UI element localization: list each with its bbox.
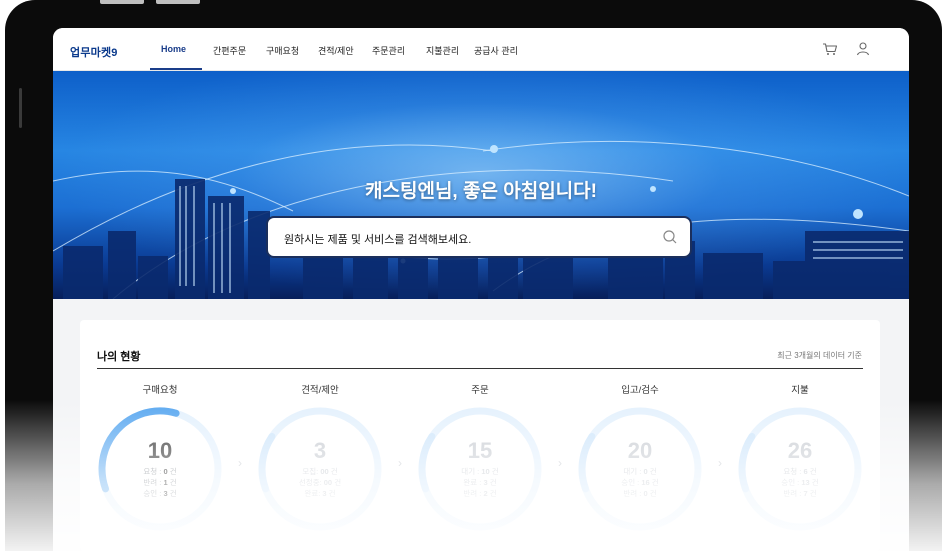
- status-breakdown: 대기 : 10 건완료 : 3 건반려 : 2 건: [415, 466, 545, 499]
- status-card-label: 입고/검수: [621, 385, 659, 396]
- status-breakdown-row: 모집: 00 건: [302, 467, 338, 476]
- divider: [97, 368, 863, 369]
- status-breakdown-row: 반려 : 7 건: [783, 489, 817, 498]
- app-screen: 업무마켓9 Home 간편주문 구매요청 견적/제안 주문관리 지불관리 공급사…: [53, 28, 909, 551]
- status-breakdown-row: 완료: 3 건: [304, 489, 336, 498]
- chevron-right-icon: ›: [718, 456, 722, 470]
- status-breakdown-row: 대기 : 10 건: [461, 467, 499, 476]
- status-breakdown-row: 승인 : 13 건: [781, 478, 819, 487]
- status-breakdown-row: 승인 : 16 건: [621, 478, 659, 487]
- status-breakdown-row: 반려 : 1 건: [143, 478, 177, 487]
- status-total: 10: [147, 438, 173, 463]
- status-total: 15: [467, 438, 493, 463]
- status-breakdown: 모집: 00 건선정중: 00 건완료: 3 건: [255, 466, 385, 499]
- status-breakdown: 요청 : 6 건승인 : 13 건반려 : 7 건: [735, 466, 865, 499]
- cart-icon[interactable]: [822, 41, 838, 57]
- volume-button: [156, 0, 200, 4]
- status-breakdown-row: 반려 : 2 건: [463, 489, 497, 498]
- side-button: [19, 88, 22, 128]
- my-status-panel: 나의 현황 최근 3개월의 데이터 기준 구매요청 10 요청 : 0 건반려 : …: [80, 320, 880, 551]
- logo[interactable]: 업무마켓9: [70, 44, 118, 60]
- nav-item-quick-order[interactable]: 간편주문: [213, 44, 246, 57]
- section-title: 나의 현황: [97, 351, 141, 363]
- hero-banner: 캐스팅엔님, 좋은 아침입니다! 원하시는 제품 및 서비스를 검색해보세요.: [53, 71, 909, 299]
- status-card-label: 주문: [471, 385, 489, 396]
- status-total: 3: [313, 438, 327, 463]
- status-card-label: 견적/제안: [301, 385, 339, 396]
- status-total: 20: [627, 438, 653, 463]
- nav-item-purchase-request[interactable]: 구매요청: [266, 44, 299, 57]
- status-breakdown-row: 대기 : 0 건: [623, 467, 657, 476]
- status-breakdown-row: 승인 : 3 건: [143, 489, 177, 498]
- nav-item-home[interactable]: Home: [161, 44, 186, 54]
- status-breakdown-row: 완료 : 3 건: [463, 478, 497, 487]
- status-breakdown-row: 요청 : 6 건: [783, 467, 817, 476]
- status-breakdown: 대기 : 0 건승인 : 16 건반려 : 0 건: [575, 466, 705, 499]
- status-total: 26: [787, 438, 813, 463]
- nav-item-payment-management[interactable]: 지불관리: [426, 44, 459, 57]
- status-card-label: 구매요청: [142, 385, 178, 396]
- search-placeholder: 원하시는 제품 및 서비스를 검색해보세요.: [284, 234, 472, 246]
- nav-item-quotation[interactable]: 견적/제안: [318, 44, 354, 57]
- search-input[interactable]: 원하시는 제품 및 서비스를 검색해보세요.: [266, 216, 692, 258]
- nav-item-supplier-management[interactable]: 공급사 관리: [474, 44, 518, 57]
- status-breakdown-row: 선정중: 00 건: [298, 478, 342, 487]
- user-icon[interactable]: [855, 41, 871, 57]
- chevron-right-icon: ›: [558, 456, 562, 470]
- greeting-title: 캐스팅엔님, 좋은 아침입니다!: [365, 181, 597, 202]
- status-card-label: 지불: [791, 385, 809, 396]
- nav-active-indicator: [150, 68, 202, 70]
- search-icon[interactable]: [662, 229, 678, 245]
- status-breakdown-row: 요청 : 0 건: [143, 467, 177, 476]
- nav-item-order-management[interactable]: 주문관리: [372, 44, 405, 57]
- data-range-note: 최근 3개월의 데이터 기준: [777, 351, 862, 360]
- chevron-right-icon: ›: [238, 456, 242, 470]
- status-breakdown: 요청 : 0 건반려 : 1 건승인 : 3 건: [95, 466, 225, 499]
- status-breakdown-row: 반려 : 0 건: [623, 489, 657, 498]
- volume-button: [100, 0, 144, 4]
- tablet-frame: 업무마켓9 Home 간편주문 구매요청 견적/제안 주문관리 지불관리 공급사…: [5, 0, 942, 551]
- chevron-right-icon: ›: [398, 456, 402, 470]
- top-navigation: 업무마켓9 Home 간편주문 구매요청 견적/제안 주문관리 지불관리 공급사…: [53, 28, 909, 71]
